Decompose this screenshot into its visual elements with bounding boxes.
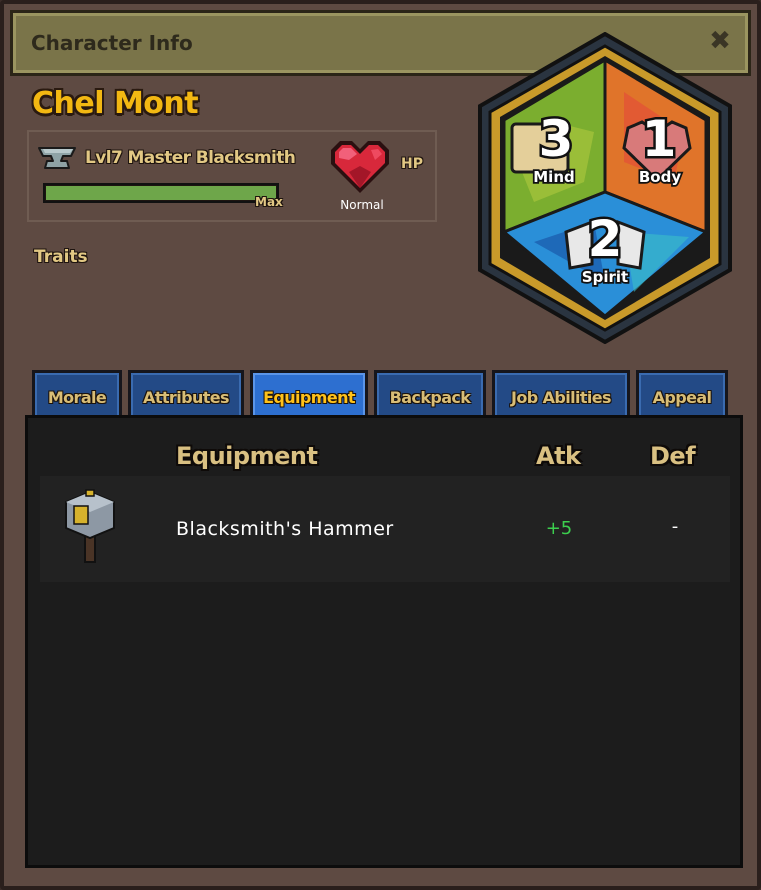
body-label: Body bbox=[639, 168, 681, 186]
tab-backpack[interactable]: Backpack bbox=[374, 370, 486, 418]
column-header-def: Def bbox=[650, 442, 696, 470]
column-header-atk: Atk bbox=[536, 442, 581, 470]
tab-equipment[interactable]: Equipment bbox=[250, 370, 368, 418]
column-header-equipment: Equipment bbox=[176, 442, 318, 470]
character-info-window: Character Info ✖ Chel Mont Lvl7 Master B… bbox=[0, 0, 761, 890]
item-atk-value: +5 bbox=[545, 518, 573, 539]
spirit-value: 2 bbox=[588, 210, 623, 268]
anvil-icon bbox=[38, 147, 76, 169]
body-value: 1 bbox=[642, 110, 677, 168]
hp-label: HP bbox=[401, 156, 423, 172]
attribute-hexagon: 3 Mind 1 Body 2 Spirit bbox=[478, 32, 732, 344]
character-name: Chel Mont bbox=[32, 86, 199, 121]
hp-status: Normal bbox=[340, 198, 384, 212]
mind-value: 3 bbox=[539, 110, 574, 168]
spirit-label: Spirit bbox=[582, 268, 628, 286]
equipment-row[interactable]: Blacksmith's Hammer +5 - bbox=[40, 476, 730, 582]
item-name: Blacksmith's Hammer bbox=[176, 518, 394, 540]
mind-label: Mind bbox=[533, 168, 574, 186]
job-panel: Lvl7 Master Blacksmith Max HP Normal bbox=[27, 130, 437, 222]
item-def-value: - bbox=[671, 516, 679, 537]
equipment-panel: Equipment Atk Def Blacksmith's Hammer +5… bbox=[25, 415, 743, 868]
window-title: Character Info bbox=[31, 31, 193, 55]
tab-appeal[interactable]: Appeal bbox=[636, 370, 728, 418]
experience-bar-fill bbox=[46, 186, 276, 200]
heart-icon bbox=[331, 141, 389, 193]
traits-label: Traits bbox=[34, 247, 88, 267]
experience-max-label: Max bbox=[255, 195, 283, 209]
tab-job-abilities[interactable]: Job Abilities bbox=[492, 370, 630, 418]
tab-morale[interactable]: Morale bbox=[32, 370, 122, 418]
job-title: Lvl7 Master Blacksmith bbox=[85, 148, 296, 168]
hammer-icon bbox=[65, 489, 115, 563]
tab-attributes[interactable]: Attributes bbox=[128, 370, 244, 418]
experience-bar bbox=[43, 183, 279, 203]
